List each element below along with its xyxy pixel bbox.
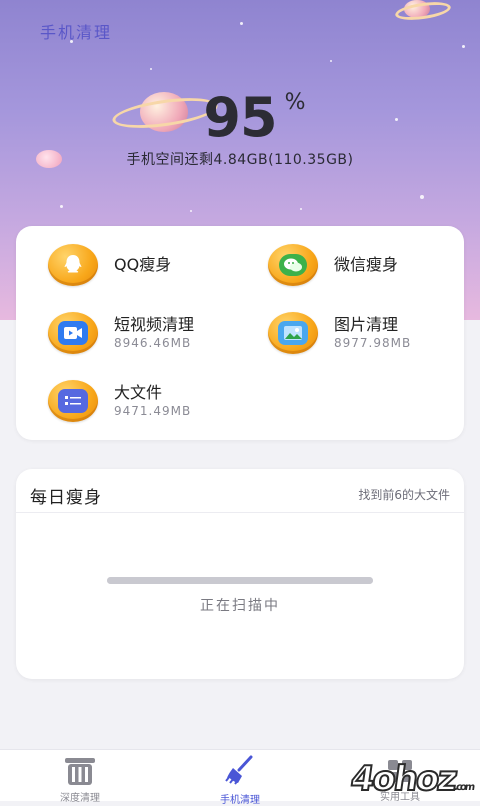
scan-progress-fill <box>107 577 373 584</box>
star-decoration <box>150 68 152 70</box>
percent-sign: % <box>284 90 306 115</box>
bottom-navigation: 深度清理 手机清理 实用工具 4ohoz.com <box>0 749 480 806</box>
feature-name: 图片清理 <box>334 315 399 334</box>
feature-wechat-slim[interactable]: 微信瘦身 <box>268 244 398 286</box>
watermark-text: 4ohoz <box>347 758 459 800</box>
trash-icon <box>61 756 99 790</box>
feature-short-video-clean[interactable]: 短视频清理 8946.46MB <box>48 312 194 354</box>
feature-image-clean[interactable]: 图片清理 8977.98MB <box>268 312 411 354</box>
star-decoration <box>60 205 63 208</box>
tab-deep-clean[interactable]: 深度清理 <box>20 750 140 804</box>
tab-label: 深度清理 <box>60 793 100 804</box>
feature-name: 短视频清理 <box>114 315 195 334</box>
features-card: QQ瘦身 微信瘦身 短视频清理 8946.46MB 图片清理 8977.98MB… <box>16 226 464 440</box>
tab-phone-clean[interactable]: 手机清理 <box>180 750 300 806</box>
daily-slim-title: 每日瘦身 <box>30 488 102 508</box>
daily-slim-card: 每日瘦身 找到前6的大文件 正在扫描中 <box>16 469 464 679</box>
divider <box>16 512 464 513</box>
storage-remaining-text: 手机空间还剩4.84GB(110.35GB) <box>126 152 354 168</box>
daily-slim-subtitle: 找到前6的大文件 <box>358 488 450 502</box>
watermark-logo: 4ohoz.com <box>347 758 477 800</box>
feature-name: QQ瘦身 <box>114 255 172 274</box>
broom-icon <box>223 755 257 789</box>
qq-icon <box>48 244 98 286</box>
feature-size: 8946.46MB <box>114 336 192 350</box>
app-title: 手机清理 <box>40 23 113 42</box>
star-decoration <box>240 22 243 25</box>
feature-large-file[interactable]: 大文件 9471.49MB <box>48 380 191 422</box>
usage-percent-value: 95 <box>203 86 277 149</box>
star-decoration <box>190 210 192 212</box>
planet-ring-decoration <box>394 0 452 23</box>
large-file-icon <box>48 380 98 422</box>
feature-qq-slim[interactable]: QQ瘦身 <box>48 244 171 286</box>
watermark-suffix: .com <box>453 782 474 793</box>
feature-size: 9471.49MB <box>114 404 192 418</box>
star-decoration <box>330 60 332 62</box>
image-icon <box>268 312 318 354</box>
feature-name: 微信瘦身 <box>334 255 399 274</box>
star-decoration <box>300 208 302 210</box>
video-icon <box>48 312 98 354</box>
feature-size: 8977.98MB <box>334 336 412 350</box>
scan-status-text: 正在扫描中 <box>200 598 280 614</box>
usage-percent: 95 % <box>203 86 305 149</box>
scan-progress-bar <box>107 577 373 584</box>
star-decoration <box>420 195 424 199</box>
star-decoration <box>462 45 465 48</box>
wechat-icon <box>268 244 318 286</box>
feature-name: 大文件 <box>114 383 163 402</box>
tab-label: 手机清理 <box>220 795 260 806</box>
usage-percent-block: 95 % <box>0 86 480 149</box>
